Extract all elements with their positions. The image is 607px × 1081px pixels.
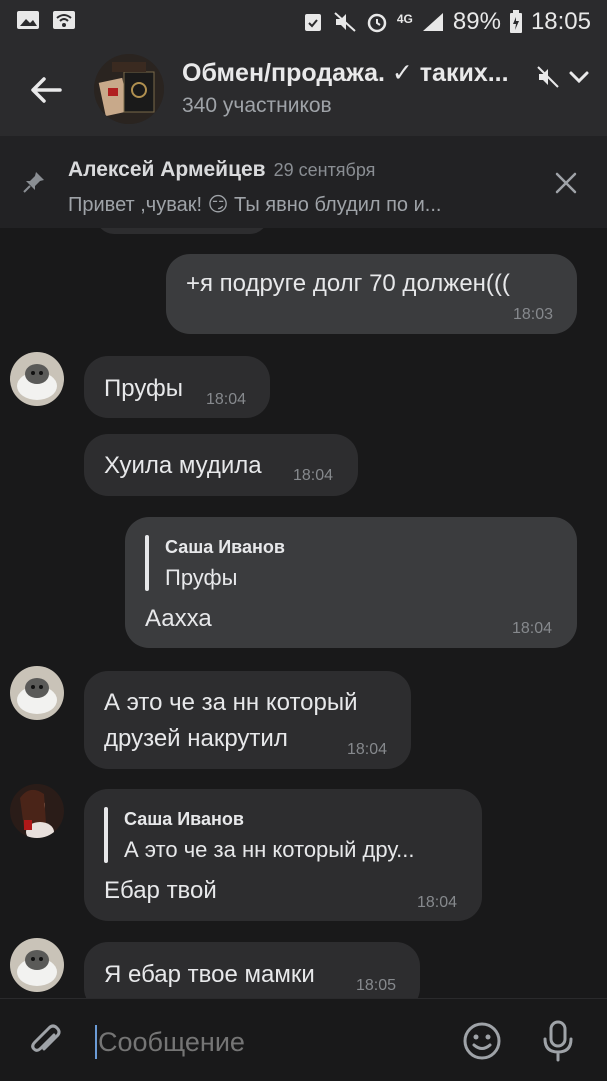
message-text: Аахха <box>145 605 212 632</box>
battery-percent: 89% <box>452 8 501 35</box>
alarm-icon <box>367 13 387 33</box>
quote-author: Саша Иванов <box>124 809 244 829</box>
message-text-line-1: А это че за нн который <box>104 689 358 716</box>
mute-status-icon <box>334 12 356 32</box>
avatar[interactable] <box>10 784 64 838</box>
pinned-author: Алексей Армейцев 29 сентября <box>68 158 375 182</box>
message-text: Я ебар твое мамки <box>104 961 315 988</box>
message-text: +я подруге долг 70 должен((( <box>186 270 510 297</box>
pin-icon <box>23 172 44 193</box>
message-bubble[interactable]: Пруфы 18:04 <box>84 356 270 418</box>
message-text: Ебар твой <box>104 877 217 904</box>
chat-title[interactable]: Обмен/продажа. ✓ таких... <box>182 58 537 88</box>
signal-icon <box>422 13 443 31</box>
message-text: Хуила мудила <box>104 452 262 479</box>
shield-icon <box>304 14 321 31</box>
microphone-icon[interactable] <box>540 1019 576 1063</box>
chevron-down-icon[interactable] <box>567 67 591 87</box>
pinned-author-name: Алексей Армейцев <box>68 158 266 181</box>
emoji-icon[interactable] <box>462 1021 502 1061</box>
message-time: 18:04 <box>206 391 247 408</box>
message-time: 18:04 <box>347 741 388 758</box>
paperclip-icon[interactable] <box>28 1021 64 1061</box>
participants-count[interactable]: 340 участников <box>182 94 332 118</box>
status-bar: 4G 89% 18:05 <box>0 0 607 44</box>
quote-author: Саша Иванов <box>165 537 285 557</box>
message-bubble[interactable]: +я подруге долг 70 должен((( 18:03 <box>166 254 577 334</box>
message-bubble[interactable]: Я ебар твое мамки 18:05 <box>84 942 420 998</box>
message-bubble-reply[interactable]: Саша Иванов А это че за нн который дру..… <box>84 789 482 921</box>
message-time: 18:05 <box>356 977 397 994</box>
close-icon[interactable] <box>554 171 578 195</box>
clock: 18:05 <box>530 8 591 35</box>
quote-text: А это че за нн который дру... <box>124 837 415 862</box>
avatar[interactable] <box>10 352 64 406</box>
pinned-date: 29 сентября <box>273 160 376 180</box>
chat-avatar[interactable] <box>94 54 164 124</box>
message-input[interactable] <box>96 1021 440 1063</box>
message-time: 18:04 <box>417 894 458 911</box>
quote-bar <box>104 807 108 863</box>
message-time: 18:04 <box>293 467 334 484</box>
message-composer <box>0 998 607 1081</box>
message-time: 18:04 <box>512 620 553 637</box>
pinned-message[interactable]: Алексей Армейцев 29 сентября Привет ,чува… <box>0 136 607 228</box>
wifi-call-icon <box>53 11 75 29</box>
chat-header: Обмен/продажа. ✓ таких... 340 участников <box>0 44 607 136</box>
message-text: Пруфы <box>104 375 184 402</box>
message-bubble[interactable]: А это че за нн который друзей накрутил 1… <box>84 671 411 769</box>
message-text-line-2: друзей накрутил <box>104 725 288 752</box>
message-bubble-reply[interactable]: Саша Иванов Пруфы Аахха 18:04 <box>125 517 577 648</box>
network-label: 4G <box>396 12 413 26</box>
quote-text: Пруфы <box>165 565 238 590</box>
message-bubble-partial <box>96 228 268 234</box>
avatar[interactable] <box>10 938 64 992</box>
avatar[interactable] <box>10 666 64 720</box>
battery-icon <box>509 10 522 33</box>
arrow-left-icon[interactable] <box>26 70 66 110</box>
gallery-icon <box>17 11 39 29</box>
message-list[interactable]: +я подруге долг 70 должен((( 18:03 Пруфы… <box>0 228 607 998</box>
quote-bar <box>145 535 149 591</box>
mute-icon <box>537 66 559 88</box>
message-bubble[interactable]: Хуила мудила 18:04 <box>84 434 358 496</box>
pinned-text: Привет ,чувак! 😏 Ты явно блудил по и... <box>68 194 442 216</box>
message-time: 18:03 <box>513 306 554 323</box>
